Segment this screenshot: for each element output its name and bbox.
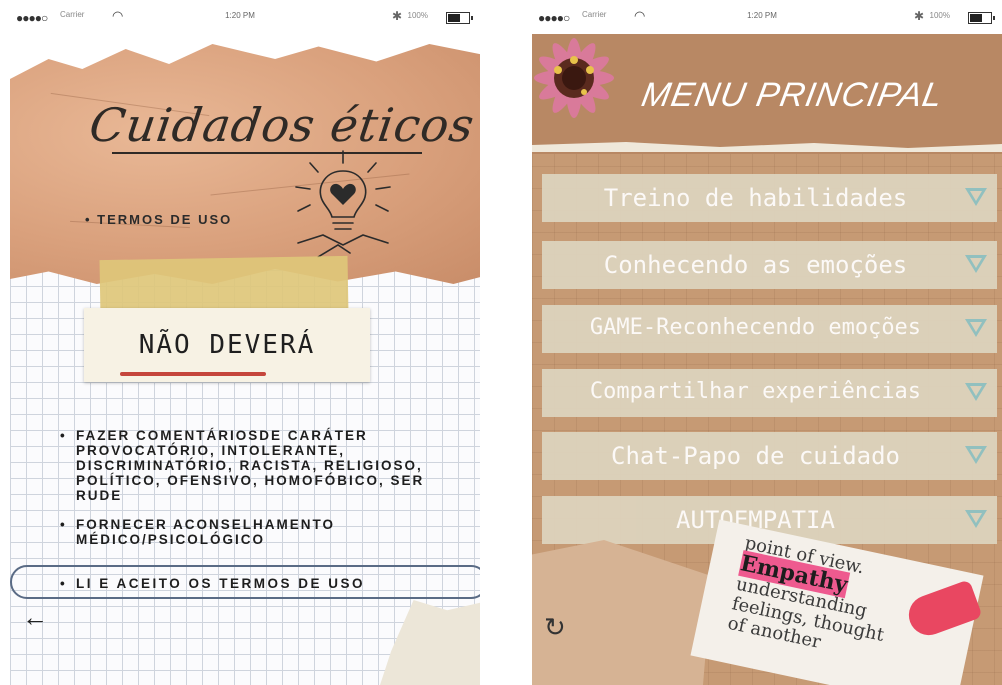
menu-item-chat[interactable]: Chat-Papo de cuidado bbox=[542, 432, 997, 480]
arrow-left-icon[interactable]: ← bbox=[22, 604, 48, 630]
triangle-arrow-icon bbox=[965, 383, 987, 401]
right-screen: ●●●●○ Carrier ◠ 1:20 PM ✱ 100% MENU PRIN… bbox=[522, 0, 1002, 685]
menu-item-game[interactable]: GAME-Reconhecendo emoções bbox=[542, 305, 997, 353]
triangle-arrow-icon bbox=[965, 255, 987, 273]
heading-underline bbox=[120, 372, 266, 376]
battery-icon bbox=[968, 12, 995, 24]
triangle-arrow-icon bbox=[965, 188, 987, 206]
rule-item: FORNECER ACONSELHAMENTO MÉDICO/PSICOLÓGI… bbox=[60, 517, 440, 547]
menu-item-skills-training[interactable]: Treino de habilidades bbox=[542, 174, 997, 222]
menu-item-label: Chat-Papo de cuidado bbox=[611, 442, 900, 470]
must-not-card: NÃO DEVERÁ bbox=[84, 308, 370, 382]
status-bar: ●●●●○ Carrier ◠ 1:20 PM ✱ 100% bbox=[0, 0, 480, 34]
triangle-arrow-icon bbox=[965, 319, 987, 337]
menu-item-label: Treino de habilidades bbox=[603, 184, 908, 212]
terms-of-use-item[interactable]: • TERMOS DE USO bbox=[85, 212, 232, 227]
terms-of-use-label: TERMOS DE USO bbox=[97, 212, 233, 227]
menu-item-label: Compartilhar experiências bbox=[589, 379, 922, 404]
menu-item-knowing-emotions[interactable]: Conhecendo as emoções bbox=[542, 241, 997, 289]
status-bar: ●●●●○ Carrier ◠ 1:20 PM ✱ 100% bbox=[522, 0, 1002, 34]
menu-item-label: Conhecendo as emoções bbox=[603, 251, 908, 279]
menu-title: MENU PRINCIPAL bbox=[638, 76, 946, 114]
refresh-icon[interactable]: ↻ bbox=[544, 612, 566, 643]
triangle-arrow-icon bbox=[965, 510, 987, 528]
menu-item-share-experiences[interactable]: Compartilhar experiências bbox=[542, 369, 997, 417]
battery-percent: 100% bbox=[407, 11, 428, 20]
page-title: Cuidados éticos bbox=[86, 98, 479, 152]
triangle-arrow-icon bbox=[965, 446, 987, 464]
kraft-paper-header bbox=[10, 44, 480, 284]
accept-terms-label[interactable]: LI E ACEITO OS TERMOS DE USO bbox=[60, 576, 365, 591]
must-not-heading: NÃO DEVERÁ bbox=[138, 330, 316, 360]
rule-item: FAZER COMENTÁRIOSDE CARÁTER PROVOCATÓRIO… bbox=[60, 428, 440, 503]
battery-percent: 100% bbox=[929, 11, 950, 20]
menu-item-label: GAME-Reconhecendo emoções bbox=[589, 315, 922, 340]
rules-list: FAZER COMENTÁRIOSDE CARÁTER PROVOCATÓRIO… bbox=[60, 428, 440, 561]
bluetooth-icon: ✱ bbox=[913, 9, 924, 23]
bluetooth-icon: ✱ bbox=[391, 9, 402, 23]
battery-icon bbox=[446, 12, 473, 24]
left-screen: ●●●●○ Carrier ◠ 1:20 PM ✱ 100% Cuidados … bbox=[0, 0, 480, 685]
lightbulb-heart-icon bbox=[295, 150, 391, 258]
flower-image bbox=[534, 38, 614, 118]
